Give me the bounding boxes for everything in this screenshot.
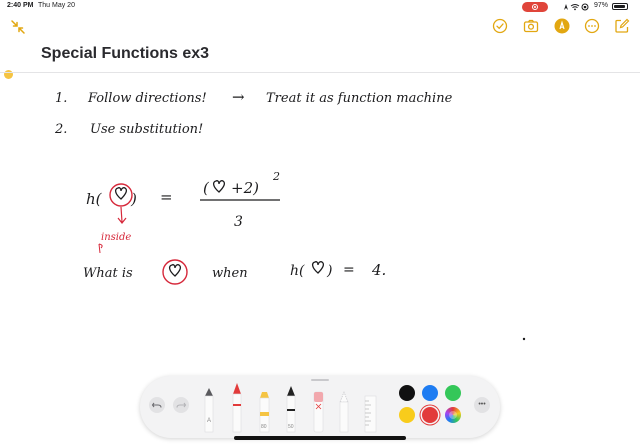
- question-close: ): [326, 263, 332, 279]
- exponent: 2: [272, 170, 280, 183]
- heart-icon: [311, 261, 325, 274]
- annotation-inside: inside: [101, 232, 131, 243]
- question-value: 4.: [371, 261, 386, 279]
- color-blue[interactable]: [422, 385, 438, 401]
- eraser-tool: [313, 391, 324, 433]
- ruler-tool: [364, 395, 377, 433]
- color-picker-icon[interactable]: [445, 407, 461, 423]
- numerator-open: (: [203, 179, 210, 197]
- numerator-rest: +2): [231, 179, 259, 197]
- color-yellow[interactable]: [399, 407, 415, 423]
- heart-icon: [168, 264, 182, 277]
- pen-tool: A: [204, 388, 214, 433]
- equation-lhs: h(: [86, 190, 103, 208]
- color-green[interactable]: [445, 385, 461, 401]
- heart-icon: [212, 180, 226, 193]
- home-indicator[interactable]: [234, 436, 406, 440]
- red-circle-mark: [109, 183, 133, 207]
- fountain-pen-tool: 50: [286, 386, 296, 433]
- question-equals: =: [343, 262, 355, 278]
- question-start: What is: [83, 266, 133, 281]
- drawing-tools[interactable]: A 80 50: [198, 382, 388, 436]
- heart-icon: [114, 187, 128, 200]
- line1-text: Follow directions!: [87, 91, 207, 106]
- red-circle-mark: [162, 259, 188, 285]
- line1-rest: Treat it as function machine: [266, 91, 453, 106]
- color-black[interactable]: [399, 385, 415, 401]
- annotation-arrow: [117, 206, 127, 224]
- annotation-scribble: [98, 243, 103, 254]
- stray-dot: [522, 337, 526, 341]
- equation-lhs-close: ): [130, 190, 137, 208]
- svg-text:50: 50: [288, 424, 294, 430]
- undo-icon[interactable]: [149, 397, 165, 413]
- tray-handle[interactable]: [311, 379, 329, 381]
- line1-number: 1.: [55, 91, 67, 106]
- svg-text:80: 80: [261, 424, 267, 430]
- equation-equals: =: [160, 188, 173, 206]
- redo-icon[interactable]: [173, 397, 189, 413]
- line2-number: 2.: [54, 122, 67, 137]
- question-when: when: [212, 266, 248, 281]
- lasso-tool: [339, 391, 349, 433]
- monoline-tool: [232, 383, 242, 433]
- highlighter-tool: 80: [259, 392, 270, 433]
- line1-arrow: →: [232, 88, 245, 106]
- svg-text:A: A: [207, 418, 211, 424]
- tray-more-button[interactable]: •••: [474, 397, 490, 413]
- denominator: 3: [234, 214, 243, 230]
- color-red[interactable]: [422, 407, 438, 423]
- line2-text: Use substitution!: [90, 122, 203, 137]
- question-function: h(: [290, 263, 305, 279]
